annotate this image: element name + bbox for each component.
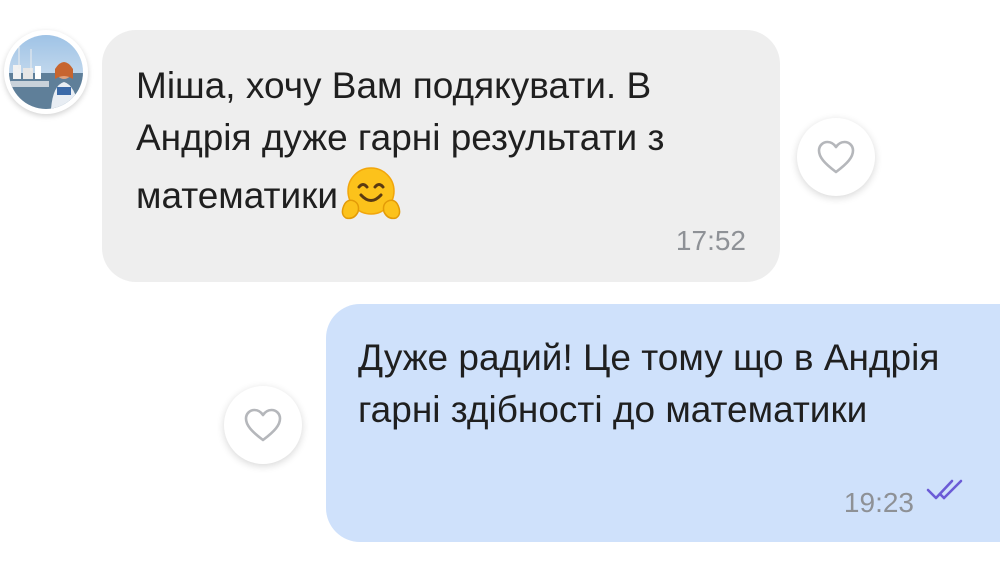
avatar-photo [9, 35, 83, 109]
outgoing-message-text: Дуже радий! Це тому що в Андрія гарні зд… [358, 337, 940, 430]
heart-outline-icon [244, 408, 282, 442]
chat-conversation: Міша, хочу Вам подякувати. В Андрія дуже… [0, 0, 1000, 574]
incoming-message-time: 17:52 [675, 225, 746, 256]
sender-avatar[interactable] [4, 30, 88, 114]
outgoing-message-bubble[interactable]: Дуже радий! Це тому що в Андрія гарні зд… [326, 304, 1000, 542]
like-button-outgoing[interactable] [224, 386, 302, 464]
incoming-message-text: Міша, хочу Вам подякувати. В Андрія дуже… [136, 60, 744, 236]
like-button-incoming[interactable] [797, 118, 875, 196]
heart-outline-icon [817, 140, 855, 174]
hugging-face-emoji-icon [340, 164, 402, 236]
incoming-message-bubble[interactable]: Міша, хочу Вам подякувати. В Андрія дуже… [102, 30, 780, 282]
outgoing-message-time: 19:23 [843, 487, 914, 518]
double-check-icon [926, 464, 972, 516]
